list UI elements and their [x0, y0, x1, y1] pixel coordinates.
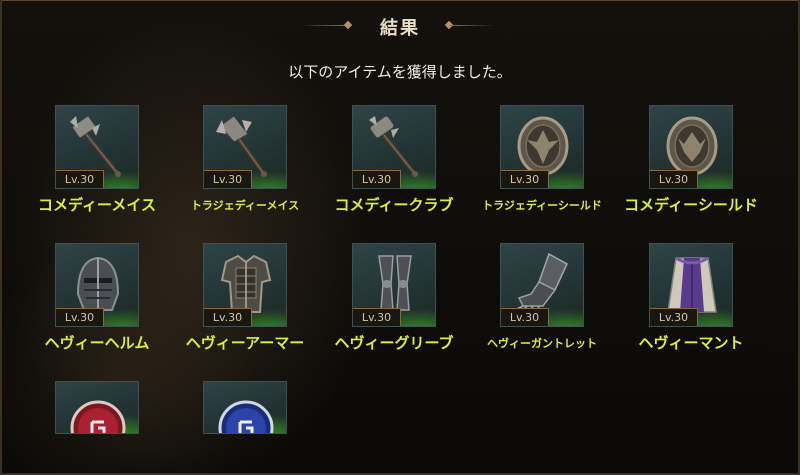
item-level-badge: Lv.30	[650, 308, 698, 326]
item-slot-red-rune[interactable]	[55, 381, 139, 434]
item-level-badge: Lv.30	[501, 170, 549, 188]
item-name: ヘヴィーガントレット	[487, 337, 597, 350]
item-slot-comedy-mace[interactable]: Lv.30	[55, 105, 139, 189]
item-level-badge: Lv.30	[204, 170, 252, 188]
title-ornament-line-left	[300, 25, 345, 26]
item-name: ヘヴィーマント	[638, 334, 744, 352]
item-name: コメディーシールド	[624, 196, 758, 214]
item-slot-comedy-shield[interactable]: Lv.30	[649, 105, 733, 189]
item-slot-heavy-mantle[interactable]: Lv.30	[649, 243, 733, 327]
title-ornament-line-right	[450, 25, 495, 26]
item-level-badge: Lv.30	[56, 308, 104, 326]
item-slot-tragedy-mace[interactable]: Lv.30	[203, 105, 287, 189]
item-level-badge: Lv.30	[650, 170, 698, 188]
item-slot-heavy-armor[interactable]: Lv.30	[203, 243, 287, 327]
blue-rune-orb-icon	[218, 400, 274, 433]
item-name: コメディークラブ	[334, 196, 454, 214]
item-name: ヘヴィーグリーブ	[334, 334, 454, 352]
item-name: ヘヴィーヘルム	[44, 334, 150, 352]
item-level-badge: Lv.30	[56, 170, 104, 188]
red-rune-orb-icon	[70, 400, 126, 433]
item-name: コメディーメイス	[38, 196, 156, 214]
item-slot-comedy-club[interactable]: Lv.30	[352, 105, 436, 189]
item-slot-heavy-helm[interactable]: Lv.30	[55, 243, 139, 327]
frame-top-border	[0, 0, 800, 1]
dialog-title-bar: 結果	[0, 14, 800, 39]
dialog-message: 以下のアイテムを獲得しました。	[288, 63, 512, 81]
item-level-badge: Lv.30	[353, 170, 401, 188]
item-name: トラジェディーシールド	[482, 199, 602, 212]
item-level-badge: Lv.30	[353, 308, 401, 326]
item-name: ヘヴィーアーマー	[185, 334, 305, 352]
item-slot-heavy-gauntlet[interactable]: Lv.30	[500, 243, 584, 327]
item-slot-blue-rune[interactable]	[203, 381, 287, 434]
item-slot-heavy-greaves[interactable]: Lv.30	[352, 243, 436, 327]
dialog-title: 結果	[380, 18, 420, 39]
item-level-badge: Lv.30	[501, 308, 549, 326]
item-slot-tragedy-shield[interactable]: Lv.30	[500, 105, 584, 189]
item-level-badge: Lv.30	[204, 308, 252, 326]
item-name: トラジェディーメイス	[190, 199, 300, 212]
